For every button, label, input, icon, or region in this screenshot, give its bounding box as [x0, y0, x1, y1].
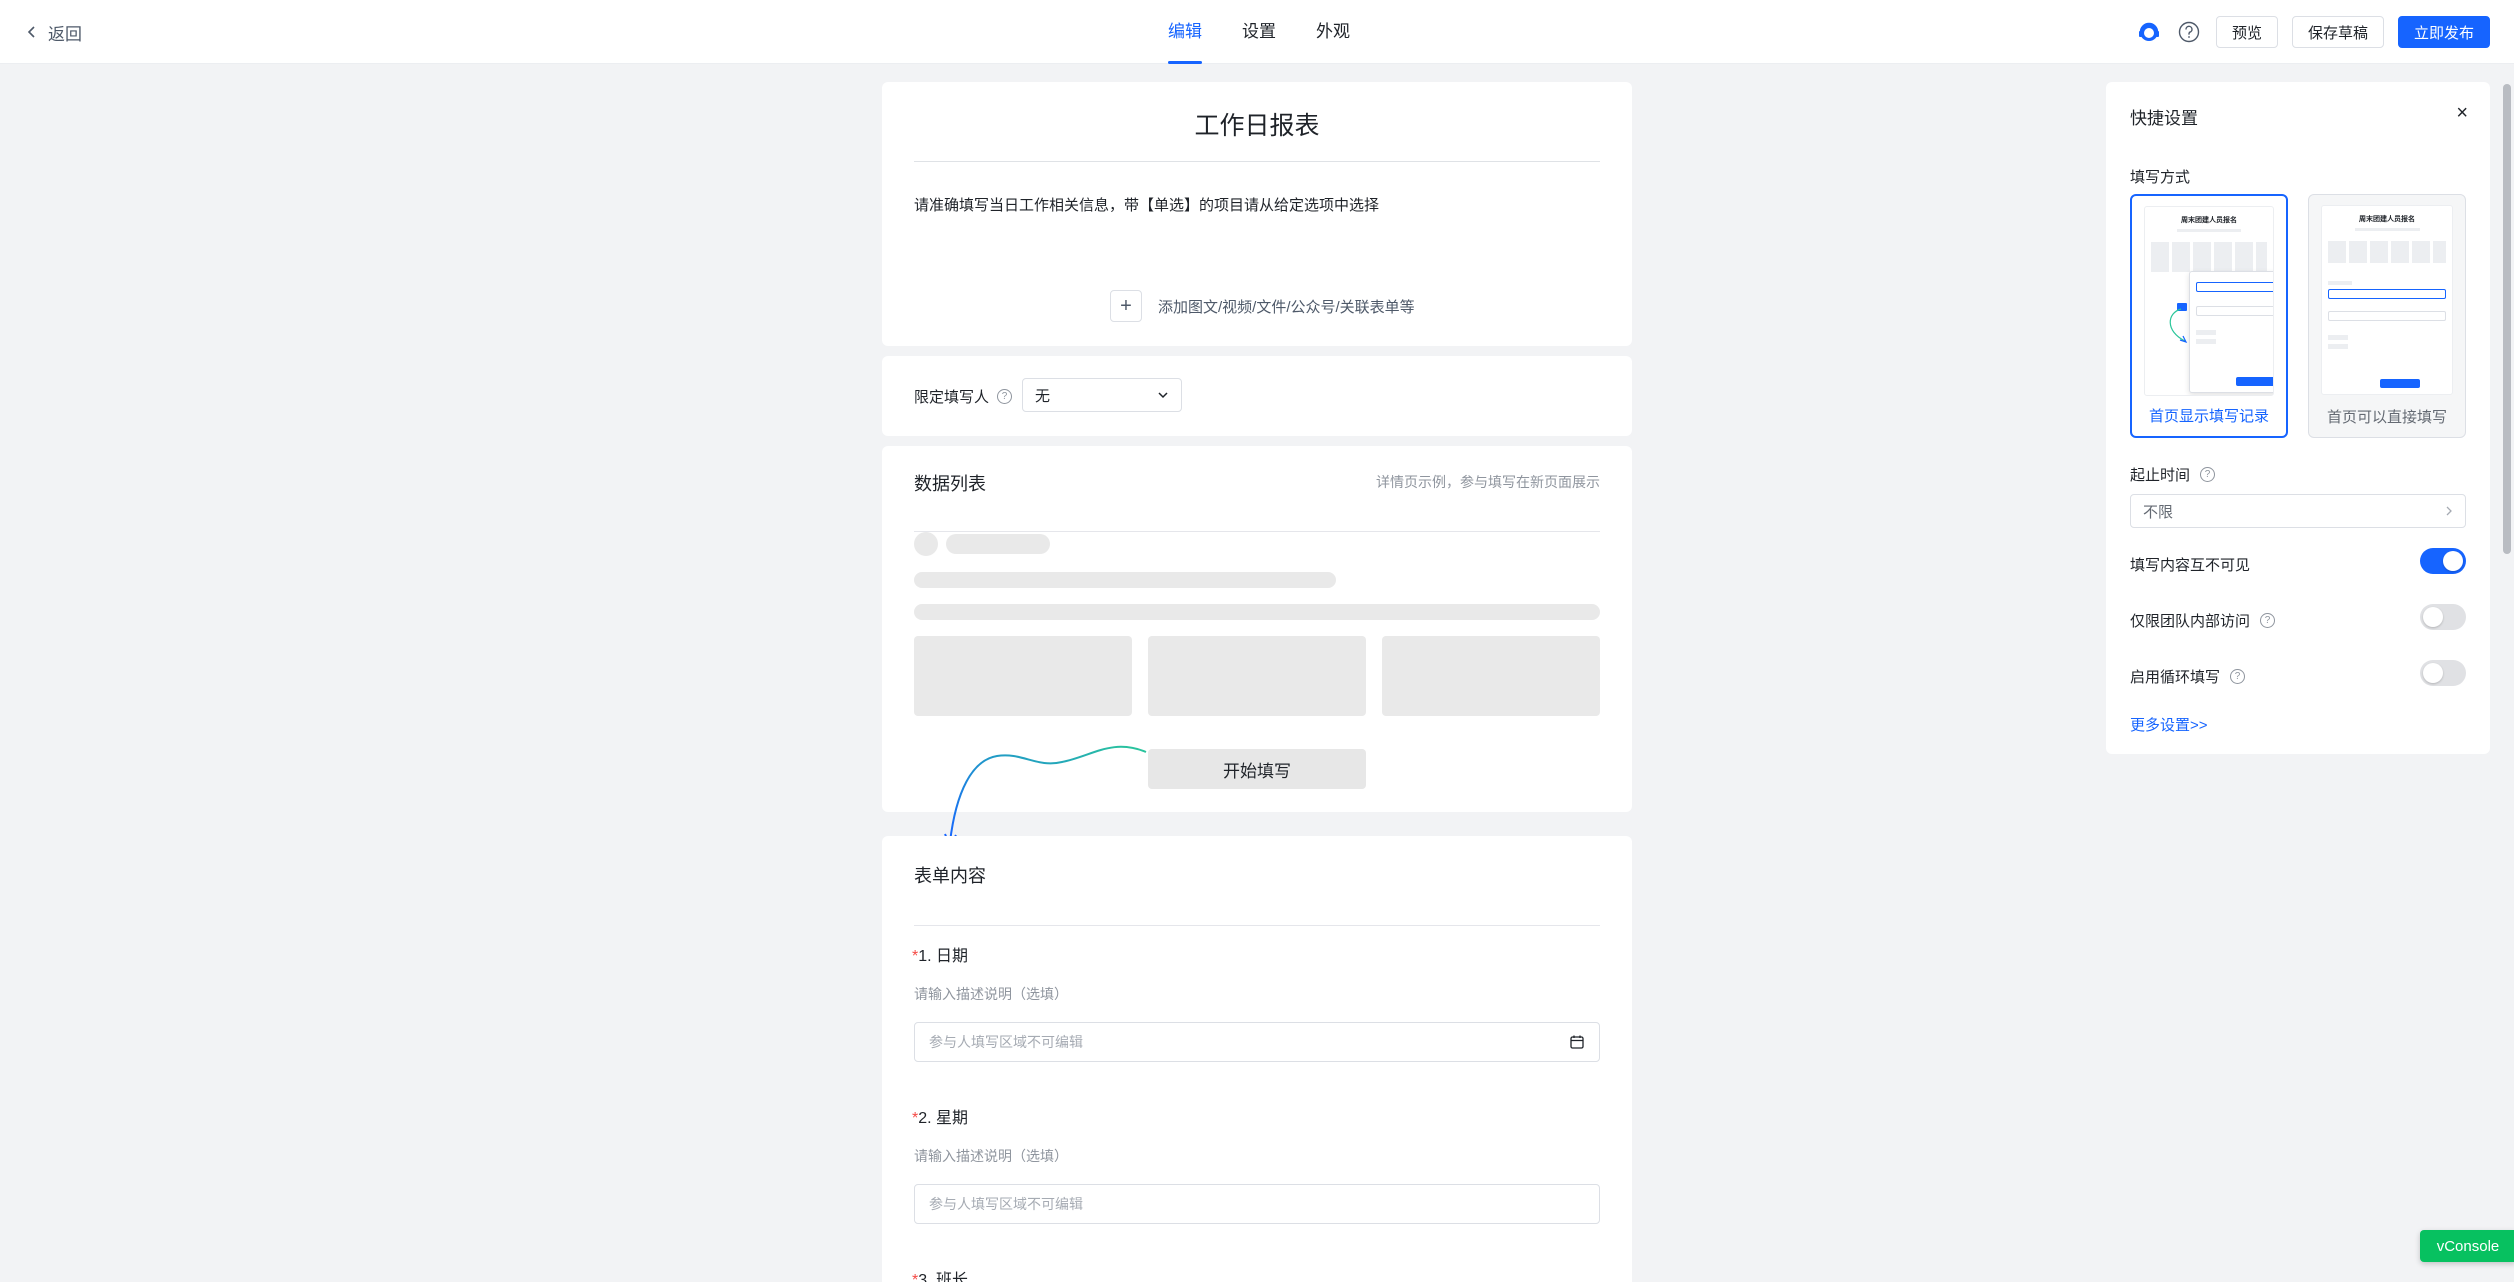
- question-title-text: 1. 日期: [918, 948, 969, 965]
- toggle-knob: [2443, 551, 2463, 571]
- question-description[interactable]: 请输入描述说明（选填）: [914, 984, 1068, 1004]
- tab-appearance[interactable]: 外观: [1316, 0, 1350, 64]
- editor-tabs: 编辑 设置 外观: [1168, 0, 1350, 64]
- quick-settings-panel: 快捷设置 × 填写方式 周末团建人员报名 首页显示填写记录 周末团建人员报名 首…: [2106, 82, 2490, 754]
- limit-filler-value: 无: [1035, 387, 1051, 405]
- help-icon[interactable]: ?: [2200, 467, 2216, 482]
- time-label: 起止时间 ?: [2130, 464, 2216, 485]
- limit-filler-select[interactable]: 无: [1022, 378, 1182, 412]
- date-input-preview: 参与人填写区域不可编辑: [914, 1022, 1600, 1062]
- skeleton-name: [946, 534, 1050, 554]
- time-label-text: 起止时间: [2130, 467, 2191, 484]
- preview-line: [2177, 229, 2241, 232]
- preview-line: [2354, 228, 2420, 231]
- preview-title: 周末团建人员报名: [2359, 216, 2415, 223]
- help-icon[interactable]: ?: [2230, 669, 2246, 684]
- form-content-header: 表单内容: [914, 862, 1600, 926]
- preview-title: 周末团建人员报名: [2181, 217, 2237, 224]
- back-button[interactable]: 返回: [26, 20, 82, 44]
- question-title[interactable]: *3. 班长: [912, 1266, 968, 1282]
- input-placeholder: 参与人填写区域不可编辑: [929, 1196, 1083, 1212]
- time-range-select[interactable]: 不限: [2130, 494, 2466, 528]
- question-title[interactable]: *1. 日期: [912, 942, 968, 966]
- toggle-label-text: 启用循环填写: [2130, 669, 2221, 686]
- form-title[interactable]: 工作日报表: [914, 106, 1600, 162]
- toggle-team-only[interactable]: [2420, 604, 2466, 630]
- mode-show-records[interactable]: 周末团建人员报名 首页显示填写记录: [2130, 194, 2288, 438]
- question-title-text: 3. 班长: [918, 1272, 969, 1282]
- more-settings-link[interactable]: 更多设置>>: [2130, 714, 2208, 735]
- start-fill-button[interactable]: 开始填写: [1148, 749, 1366, 789]
- chevron-down-icon: [1158, 392, 1168, 399]
- toggle-knob: [2423, 607, 2443, 627]
- back-label: 返回: [48, 24, 82, 44]
- toggle-label-text: 填写内容互不可见: [2130, 557, 2251, 574]
- toggle-row-label: 启用循环填写 ?: [2130, 666, 2246, 687]
- help-icon[interactable]: ?: [2260, 613, 2276, 628]
- toggle-row-label: 仅限团队内部访问 ?: [2130, 610, 2276, 631]
- preview-button[interactable]: 预览: [2215, 16, 2278, 48]
- toggle-knob: [2423, 663, 2443, 683]
- customer-service-icon[interactable]: [2136, 19, 2162, 45]
- skeleton-avatar: [914, 532, 938, 556]
- skeleton-line: [914, 572, 1336, 588]
- page-scrollbar[interactable]: [2500, 64, 2514, 1282]
- mode-label: 首页显示填写记录: [2148, 408, 2269, 425]
- data-list-title: 数据列表: [914, 474, 986, 494]
- skeleton-image: [914, 636, 1132, 716]
- panel-title: 快捷设置: [2130, 109, 2198, 128]
- chevron-left-icon: [27, 26, 35, 38]
- mode-label: 首页可以直接填写: [2326, 409, 2447, 426]
- calendar-icon: [1570, 1035, 1584, 1049]
- form-header-card: 工作日报表 请准确填写当日工作相关信息，带【单选】的项目请从给定选项中选择 + …: [882, 82, 1632, 346]
- preview-arrow-icon: [2169, 308, 2188, 344]
- time-range-value: 不限: [2143, 503, 2174, 521]
- tab-edit[interactable]: 编辑: [1168, 0, 1202, 64]
- text-input-preview: 参与人填写区域不可编辑: [914, 1184, 1600, 1224]
- question-title[interactable]: *2. 星期: [912, 1104, 968, 1128]
- top-bar: 返回 编辑 设置 外观 预览 保存草稿 立即发布: [0, 0, 2514, 64]
- plus-icon: +: [1110, 290, 1142, 322]
- help-icon[interactable]: [2176, 19, 2202, 45]
- skeleton-line: [914, 604, 1600, 620]
- toggle-cyclic-fill[interactable]: [2420, 660, 2466, 686]
- toggle-invisible-content[interactable]: [2420, 548, 2466, 574]
- limit-filler-text: 限定填写人: [914, 389, 990, 406]
- publish-button[interactable]: 立即发布: [2397, 16, 2490, 48]
- toggle-label-text: 仅限团队内部访问: [2130, 613, 2251, 630]
- data-list-card: 数据列表 详情页示例，参与填写在新页面展示 开始填写: [882, 446, 1632, 849]
- question-title-text: 2. 星期: [918, 1110, 969, 1127]
- preview-grid: [2328, 241, 2446, 263]
- skeleton-image: [1382, 636, 1600, 716]
- scrollbar-thumb[interactable]: [2503, 84, 2511, 554]
- mode-preview-image: 周末团建人员报名: [2321, 205, 2453, 395]
- add-media-button[interactable]: + 添加图文/视频/文件/公众号/关联表单等: [1110, 290, 1415, 322]
- save-draft-button[interactable]: 保存草稿: [2291, 16, 2384, 48]
- data-list-header: 数据列表 详情页示例，参与填写在新页面展示: [914, 470, 1600, 532]
- fill-mode-label: 填写方式: [2130, 169, 2191, 186]
- vconsole-button[interactable]: vConsole: [2420, 1230, 2514, 1262]
- form-description[interactable]: 请准确填写当日工作相关信息，带【单选】的项目请从给定选项中选择: [914, 194, 1379, 215]
- form-content-title: 表单内容: [914, 866, 986, 886]
- add-media-label: 添加图文/视频/文件/公众号/关联表单等: [1158, 298, 1415, 316]
- input-placeholder: 参与人填写区域不可编辑: [929, 1034, 1083, 1050]
- help-icon[interactable]: ?: [997, 389, 1013, 404]
- toggle-row-label: 填写内容互不可见: [2130, 554, 2250, 575]
- question-description[interactable]: 请输入描述说明（选填）: [914, 1146, 1068, 1166]
- preview-popup: [2189, 271, 2273, 393]
- tab-settings[interactable]: 设置: [1242, 0, 1276, 64]
- skeleton-image: [1148, 636, 1366, 716]
- close-icon[interactable]: ×: [2456, 102, 2468, 125]
- preview-grid: [2151, 242, 2267, 272]
- mode-direct-fill[interactable]: 周末团建人员报名 首页可以直接填写: [2308, 194, 2466, 438]
- limit-filler-label: 限定填写人 ?: [914, 386, 1013, 407]
- mode-preview-image: 周末团建人员报名: [2144, 206, 2274, 396]
- data-list-hint: 详情页示例，参与填写在新页面展示: [1376, 474, 1600, 490]
- form-content-card: 表单内容 *1. 日期 请输入描述说明（选填） 参与人填写区域不可编辑 *2. …: [882, 836, 1632, 1282]
- chevron-right-icon: [2446, 506, 2452, 516]
- top-actions: 预览 保存草稿 立即发布: [2136, 16, 2490, 48]
- limit-filler-card: 限定填写人 ? 无: [882, 356, 1632, 436]
